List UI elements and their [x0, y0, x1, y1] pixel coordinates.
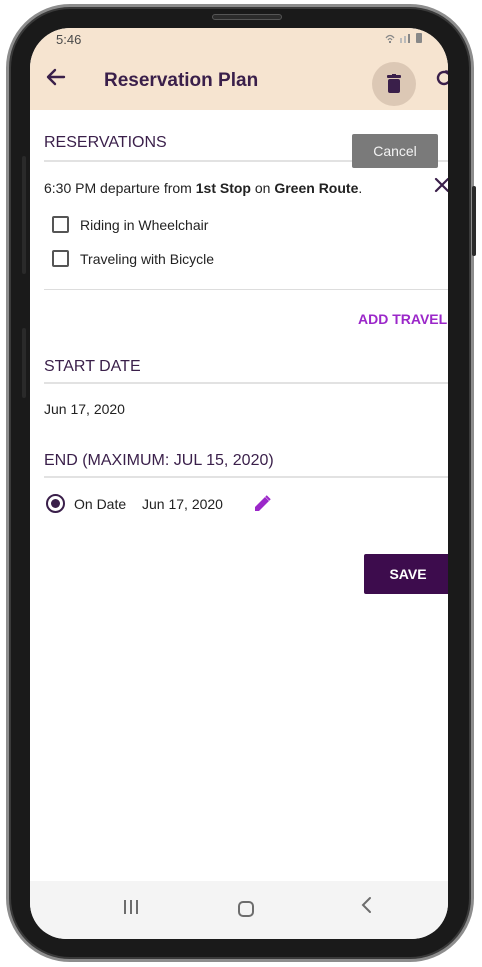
- trip-mid: on: [250, 180, 275, 196]
- save-button[interactable]: SAVE: [364, 554, 448, 594]
- status-icons: [384, 32, 426, 47]
- divider: [44, 382, 448, 384]
- trip-route: Green Route: [274, 180, 359, 196]
- delete-button[interactable]: [372, 62, 416, 106]
- system-nav-bar: [30, 881, 448, 939]
- trip-description: 6:30 PM departure from 1st Stop on Green…: [44, 180, 362, 196]
- divider: [44, 476, 448, 478]
- on-date-label: On Date: [74, 496, 127, 512]
- back-chevron-icon[interactable]: [360, 895, 372, 921]
- side-button: [22, 328, 26, 398]
- start-date-value[interactable]: Jun 17, 2020: [44, 401, 125, 417]
- wheelchair-label: Riding in Wheelchair: [80, 217, 209, 233]
- end-date-value: Jun 17, 2020: [142, 496, 223, 512]
- trip-suffix: .: [358, 180, 363, 196]
- on-date-radio[interactable]: [46, 494, 65, 513]
- volume-button: [22, 156, 26, 274]
- page-title: Reservation Plan: [104, 70, 259, 91]
- end-header: END (MAXIMUM: JUL 15, 2020): [44, 452, 274, 469]
- trip-stop: 1st Stop: [195, 180, 251, 196]
- wheelchair-checkbox[interactable]: [52, 216, 69, 233]
- bicycle-label: Traveling with Bicycle: [80, 251, 215, 267]
- trip-prefix: 6:30 PM departure from: [44, 180, 196, 196]
- cancel-tooltip: Cancel: [352, 134, 438, 168]
- power-button: [472, 186, 476, 256]
- bicycle-checkbox[interactable]: [52, 250, 69, 267]
- trash-icon: [387, 74, 401, 93]
- home-icon[interactable]: [238, 901, 254, 917]
- close-icon[interactable]: [434, 176, 448, 199]
- add-travel-button[interactable]: ADD TRAVEL: [358, 311, 447, 327]
- screen: 5:46 Reservation Plan RESERVATIONS Cance…: [30, 28, 448, 939]
- earpiece-speaker: [212, 14, 282, 20]
- reservations-header: RESERVATIONS: [44, 134, 167, 151]
- divider: [44, 289, 448, 290]
- start-date-header: START DATE: [44, 358, 141, 375]
- pencil-icon[interactable]: [252, 494, 272, 519]
- back-arrow-icon[interactable]: [46, 66, 66, 92]
- status-time: 5:46: [56, 32, 82, 47]
- recents-icon[interactable]: [122, 899, 140, 920]
- app-bar: 5:46 Reservation Plan: [30, 28, 448, 110]
- refresh-icon[interactable]: [434, 68, 448, 94]
